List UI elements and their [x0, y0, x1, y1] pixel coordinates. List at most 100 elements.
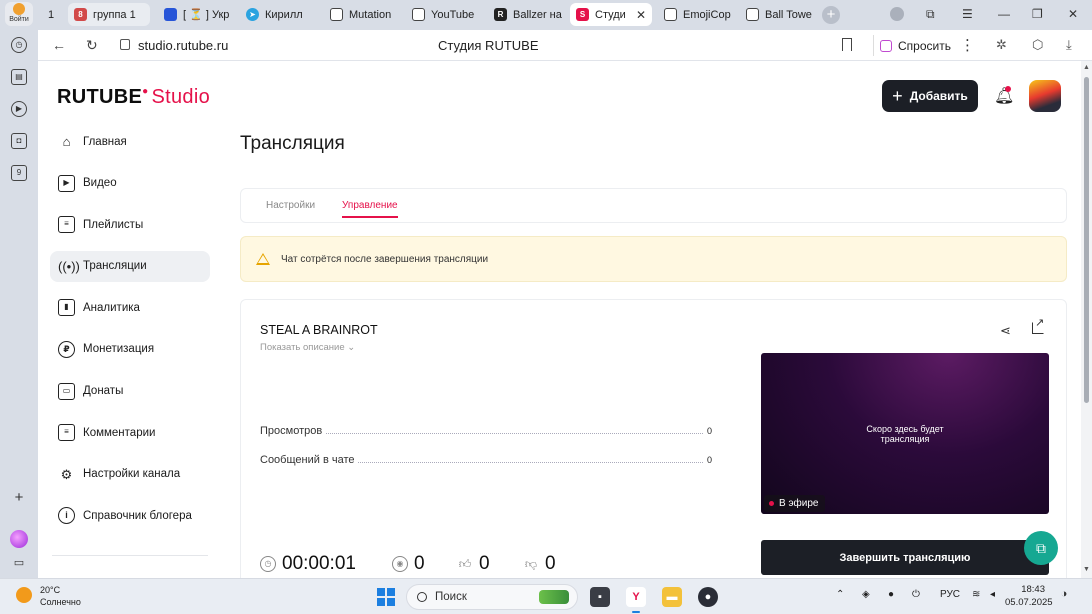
- metric-viewers: ◉ 0: [392, 553, 425, 575]
- sidebar-item-analytics[interactable]: ▮ Аналитика: [50, 292, 210, 323]
- windows-logo-pane: [387, 598, 395, 606]
- search-highlight-image: [539, 590, 569, 604]
- show-description-link[interactable]: Показать описание ⌄: [260, 342, 355, 353]
- page-title: Трансляция: [240, 133, 345, 154]
- new-tab-button[interactable]: +: [822, 6, 840, 24]
- tab-bar: 1 8 группа 1 [ ⏳ ] Укр ➤ Кирилл Mutation…: [38, 0, 1092, 30]
- ask-button[interactable]: Спросить: [873, 35, 959, 56]
- tab-management[interactable]: Управление: [342, 200, 398, 218]
- login-button[interactable]: Войти: [5, 2, 33, 26]
- logo-dot: ●: [142, 86, 149, 97]
- volume-icon[interactable]: ◂: [990, 589, 995, 600]
- timer-value: 00:00:01: [282, 553, 356, 574]
- panel-settings-icon[interactable]: ▭: [11, 555, 27, 571]
- video-icon: ▶: [58, 174, 75, 192]
- end-stream-button[interactable]: Завершить трансляцию: [761, 540, 1049, 575]
- restore-icon[interactable]: ❐: [1032, 7, 1043, 21]
- clock[interactable]: 18:43 05.07.2025: [1005, 583, 1053, 609]
- temperature: 20°C: [40, 585, 61, 595]
- camera-icon[interactable]: ◘: [11, 133, 27, 149]
- sidebar-item-channel-settings[interactable]: ⚙ Настройки канала: [50, 459, 210, 490]
- support-chat-button[interactable]: ⧉: [1024, 531, 1058, 565]
- more-icon[interactable]: ⋮: [960, 36, 975, 54]
- sidebar-item-playlists[interactable]: ≡ Плейлисты: [50, 209, 210, 240]
- task-view-icon[interactable]: ▪: [590, 587, 610, 607]
- sidebar-item-video[interactable]: ▶ Видео: [50, 168, 210, 199]
- collections-icon[interactable]: ▤: [11, 69, 27, 85]
- tabs-icon[interactable]: ⧉: [926, 7, 935, 22]
- share-icon[interactable]: ⋖: [1000, 323, 1011, 339]
- tray-status-icon[interactable]: ⏻: [912, 589, 920, 600]
- tray-expand-icon[interactable]: ⌃: [836, 589, 844, 600]
- scroll-down-icon[interactable]: ▼: [1083, 566, 1090, 573]
- url-field[interactable]: studio.rutube.ru: [138, 38, 228, 53]
- tab-counter[interactable]: 1: [42, 3, 66, 26]
- metric-timer: ◷ 00:00:01: [260, 553, 356, 575]
- tab-settings[interactable]: Настройки: [266, 200, 315, 211]
- wifi-icon[interactable]: ≋: [972, 589, 980, 600]
- assistant-icon[interactable]: [10, 530, 28, 548]
- add-panel-icon[interactable]: +: [11, 490, 27, 506]
- sidebar-item-donations[interactable]: ▭ Донаты: [50, 376, 210, 407]
- chevron-down-icon: ⌄: [347, 342, 356, 353]
- sidebar-item-comments[interactable]: ≡ Комментарии: [50, 417, 210, 448]
- page-scrollbar[interactable]: ▲ ▼: [1081, 61, 1092, 578]
- extensions-icon[interactable]: ⬡: [1032, 37, 1043, 53]
- sidebar-item-home[interactable]: ⌂ Главная: [50, 126, 210, 157]
- notifications-button[interactable]: 🔔︎: [994, 86, 1014, 106]
- page: RUTUBE● Studio + Добавить 🔔︎ ⌂ Главная ▶ …: [38, 61, 1081, 578]
- language-indicator[interactable]: РУС: [940, 589, 960, 600]
- yandex-browser-icon[interactable]: Y: [626, 587, 646, 613]
- document-icon: [412, 8, 425, 21]
- menu-icon[interactable]: ☰: [962, 7, 973, 21]
- play-icon[interactable]: ▶: [11, 101, 27, 117]
- sidebar-item-monetization[interactable]: ₽ Монетизация: [50, 334, 210, 365]
- minimize-icon[interactable]: —: [998, 7, 1010, 21]
- bookmark-icon[interactable]: [842, 38, 852, 51]
- tab-vk[interactable]: [ ⏳ ] Укр: [158, 3, 234, 26]
- info-icon: i: [58, 507, 75, 525]
- notification-dot: [1005, 86, 1011, 92]
- scroll-up-icon[interactable]: ▲: [1083, 64, 1090, 71]
- tab-label: Ball Towe: [765, 8, 812, 21]
- preview-text-line-1: Скоро здесь будет: [866, 424, 944, 434]
- download-icon[interactable]: ⤓: [1066, 37, 1072, 53]
- tab-mutation[interactable]: Mutation: [324, 3, 400, 26]
- metric-likes: 👍︎ 0: [457, 553, 490, 575]
- app-9-icon[interactable]: 9: [11, 165, 27, 181]
- app-icon[interactable]: ●: [698, 587, 718, 607]
- add-button[interactable]: + Добавить: [882, 80, 978, 112]
- tab-ball-tower[interactable]: Ball Towe: [740, 3, 816, 26]
- extension-icon[interactable]: ✲: [996, 37, 1007, 53]
- avatar[interactable]: [1029, 80, 1061, 112]
- stat-chat-messages: Сообщений в чате 0: [260, 452, 712, 466]
- scroll-thumb[interactable]: [1084, 77, 1089, 403]
- notifications-icon[interactable]: ◑: [1056, 588, 1072, 604]
- tab-label: Студи: [595, 8, 626, 21]
- sidebar-item-help[interactable]: i Справочник блогера: [50, 500, 210, 531]
- profile-icon[interactable]: [890, 7, 904, 21]
- close-window-icon[interactable]: ✕: [1068, 7, 1078, 21]
- tab-rutube-studio[interactable]: S Студи ✕: [570, 3, 652, 26]
- windows-logo-pane: [377, 598, 385, 606]
- tab-youtube[interactable]: YouTube: [406, 3, 484, 26]
- taskbar-search[interactable]: Поиск: [406, 584, 578, 610]
- open-external-icon[interactable]: [1032, 316, 1044, 334]
- tab-ballzer[interactable]: R Ballzer на: [488, 3, 564, 26]
- rutube-studio-logo[interactable]: RUTUBE● Studio: [57, 86, 210, 109]
- tab-telegram[interactable]: ➤ Кирилл: [240, 3, 320, 26]
- ruble-icon: ₽: [58, 340, 75, 358]
- tab-group[interactable]: 8 группа 1: [68, 3, 150, 26]
- start-button[interactable]: [377, 588, 395, 606]
- reload-icon[interactable]: ↻: [86, 37, 98, 54]
- close-tab-icon[interactable]: ✕: [636, 8, 646, 22]
- tab-emojicop[interactable]: EmojiCop: [658, 3, 734, 26]
- tray-app-icon[interactable]: ◈: [862, 589, 870, 600]
- microphone-icon[interactable]: ●: [888, 589, 894, 600]
- file-explorer-icon[interactable]: ▬: [662, 587, 682, 607]
- stream-preview[interactable]: Скоро здесь будет трансляция В эфире: [761, 353, 1049, 514]
- back-icon[interactable]: ←: [52, 37, 66, 53]
- history-icon[interactable]: ◷: [11, 37, 27, 53]
- sidebar-item-broadcasts[interactable]: ((•)) Трансляции: [50, 250, 210, 282]
- viewer-icon: ◉: [392, 556, 408, 572]
